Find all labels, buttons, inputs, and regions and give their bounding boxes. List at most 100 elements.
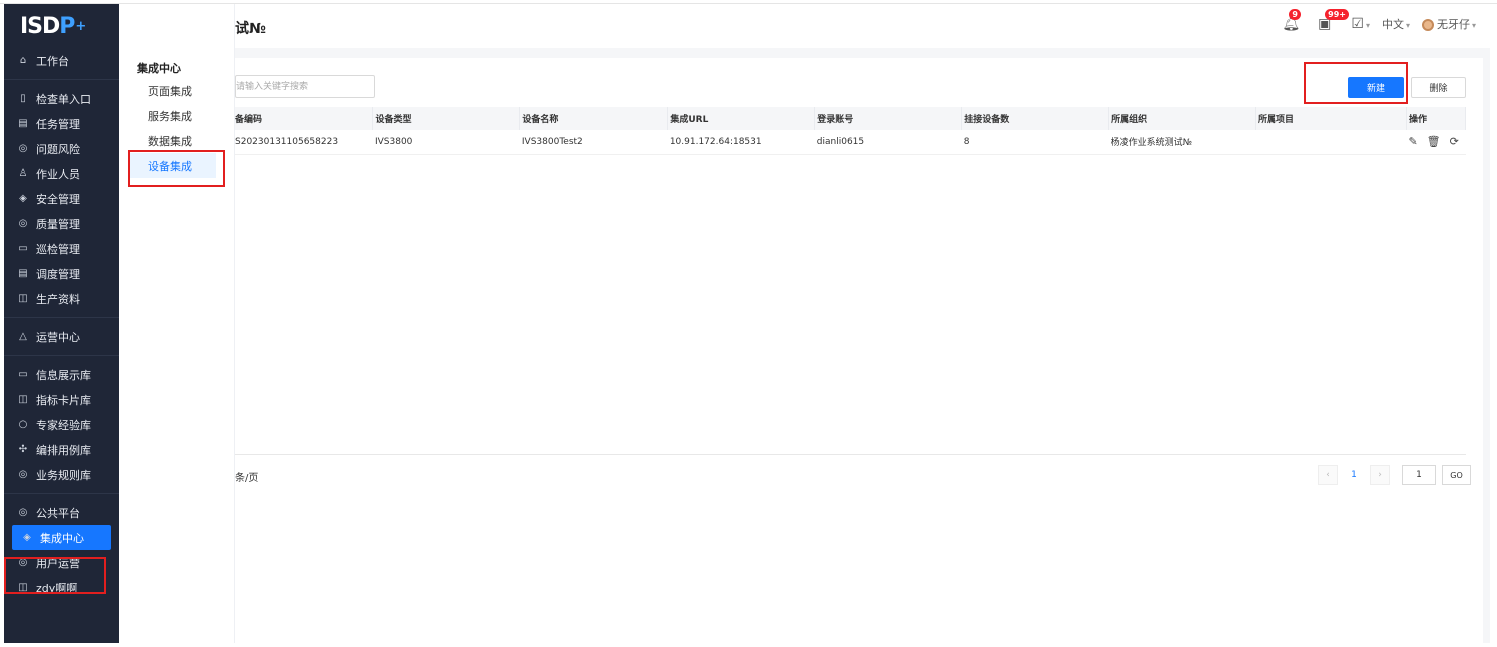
info-icon: ▭ xyxy=(18,369,28,380)
risk-icon: ◎ xyxy=(18,143,28,154)
sidebar-item[interactable]: ▯ 检查单入口 xyxy=(4,86,119,111)
submenu-title: 集成中心 xyxy=(137,62,181,75)
sidebar-item-label: 检查单入口 xyxy=(36,92,91,106)
sidebar-item-label: 问题风险 xyxy=(36,142,80,156)
sidebar-item[interactable]: ○ 专家经验库 xyxy=(4,412,119,437)
sidebar-item[interactable]: ▭ 巡检管理 xyxy=(4,236,119,261)
highlight-integration-center xyxy=(4,557,106,594)
page-size-select[interactable]: 条/页 xyxy=(235,469,258,484)
submenu-item[interactable]: 页面集成 xyxy=(119,78,234,103)
edit-icon[interactable]: ✎ xyxy=(1408,135,1417,148)
table-cell: IVS3800Test2 xyxy=(519,130,668,155)
message-icon[interactable]: ▣ 99+ xyxy=(1318,9,1349,32)
logo-text-p: P xyxy=(59,13,75,39)
chevron-down-icon: ▾ xyxy=(1471,21,1476,30)
refresh-icon[interactable]: ⟳ xyxy=(1450,135,1459,148)
bell-icon[interactable]: 🔔︎ 9 xyxy=(1282,9,1301,32)
sidebar-item[interactable]: ▭ 信息展示库 xyxy=(4,362,119,387)
column-header: 集成URL xyxy=(667,107,816,130)
table-cell: S20230131105658223 xyxy=(235,130,373,155)
table-cell: dianli0615 xyxy=(814,130,962,155)
shield-icon: ◈ xyxy=(19,193,27,204)
column-header: 登录账号 xyxy=(814,107,963,130)
sidebar-item-label: 任务管理 xyxy=(36,117,80,131)
sidebar-item[interactable]: ◈ 集成中心 xyxy=(12,525,111,550)
sidebar-item-label: 公共平台 xyxy=(36,506,80,520)
todo-icon[interactable]: ☑ ▾ xyxy=(1351,16,1370,32)
column-header: 设备名称 xyxy=(519,107,669,130)
sidebar-item-label: 生产资料 xyxy=(36,292,80,306)
prev-page-button[interactable]: ‹ xyxy=(1318,465,1338,485)
jump-page-input[interactable]: 1 xyxy=(1402,465,1436,485)
next-page-button[interactable]: › xyxy=(1370,465,1390,485)
sidebar-item[interactable]: ◈ 安全管理 xyxy=(4,186,119,211)
sidebar-item[interactable]: ✣ 编排用例库 xyxy=(4,437,119,462)
inspect-icon: ▭ xyxy=(18,243,28,254)
search-input[interactable] xyxy=(236,76,374,97)
language-label: 中文 xyxy=(1381,18,1404,31)
task-icon: ▤ xyxy=(18,118,28,129)
card-icon: ◫ xyxy=(18,394,28,405)
sidebar-item[interactable]: ◫ 指标卡片库 xyxy=(4,387,119,412)
submenu-panel: 集成中心 页面集成 服务集成 数据集成 设备集成 xyxy=(119,4,235,643)
sidebar-item[interactable]: ◎ 业务规则库 xyxy=(4,462,119,487)
sidebar-item[interactable]: ▤ 调度管理 xyxy=(4,261,119,286)
search-box[interactable] xyxy=(235,75,375,98)
chevron-down-icon: ▾ xyxy=(1365,21,1370,30)
page-number[interactable]: 1 xyxy=(1344,465,1364,485)
column-header: 备编码 xyxy=(235,107,374,130)
delete-icon[interactable]: 🗑︎ xyxy=(1427,135,1441,148)
integration-icon: ◈ xyxy=(23,532,31,543)
new-button[interactable]: 新建 xyxy=(1348,77,1404,98)
sidebar-separator xyxy=(4,493,119,494)
sidebar-item-label: 编排用例库 xyxy=(36,443,91,457)
notify-badge: 9 xyxy=(1289,9,1301,20)
sidebar-item-label: 质量管理 xyxy=(36,217,80,231)
sidebar-item[interactable]: ◎ 公共平台 xyxy=(4,500,119,525)
sidebar-item[interactable]: ♙ 作业人员 xyxy=(4,161,119,186)
page-title: 试№ xyxy=(235,21,266,37)
people-icon: ♙ xyxy=(18,168,28,179)
logo[interactable]: ISD P + xyxy=(4,4,119,48)
logo-text: ISD xyxy=(20,13,60,39)
sidebar: ISD P + ⌂ 工作台 ▯ 检查单入口 ▤ 任务管理 ◎ 问题风险 ♙ 作业人员 ◈ 安全管理 ◎ 质量管… xyxy=(4,4,119,643)
delete-button[interactable]: 删除 xyxy=(1411,77,1466,98)
row-actions: ✎ 🗑︎ ⟳ xyxy=(1406,130,1466,155)
sidebar-item-label: 信息展示库 xyxy=(36,368,91,382)
sidebar-item[interactable]: △ 运营中心 xyxy=(4,324,119,349)
case-icon: ✣ xyxy=(18,444,28,455)
sidebar-item-label: 业务规则库 xyxy=(36,468,91,482)
sidebar-separator xyxy=(4,79,119,80)
user-menu[interactable]: 无牙仔 ▾ xyxy=(1421,16,1476,32)
top-header: 试№ 🔔︎ 9 ▣ 99+ ☑ ▾ 中文 ▾ 无牙仔 ▾ xyxy=(235,4,1490,48)
sidebar-separator xyxy=(4,317,119,318)
table-cell xyxy=(1255,130,1407,155)
sidebar-item[interactable]: ◫ 生产资料 xyxy=(4,286,119,311)
sidebar-item-label: 工作台 xyxy=(36,54,69,68)
user-name: 无牙仔 xyxy=(1436,18,1470,31)
table-body: S20230131105658223 IVS3800 IVS3800Test2 10.… xyxy=(235,130,1466,155)
sidebar-item[interactable]: ◎ 质量管理 xyxy=(4,211,119,236)
sidebar-item-label: 运营中心 xyxy=(36,330,80,344)
highlight-device-integration xyxy=(128,150,225,187)
sidebar-separator xyxy=(4,355,119,356)
message-badge: 99+ xyxy=(1325,9,1349,20)
sidebar-item[interactable]: ◎ 问题风险 xyxy=(4,136,119,161)
sidebar-item-label: 巡检管理 xyxy=(36,242,80,256)
column-header: 所属项目 xyxy=(1255,107,1407,130)
pagination: ‹ 1 › 1 GO xyxy=(1318,465,1471,485)
sidebar-item[interactable]: ⌂ 工作台 xyxy=(4,48,119,73)
sidebar-item-label: 指标卡片库 xyxy=(36,393,91,407)
sidebar-item-label: 专家经验库 xyxy=(36,418,91,432)
submenu-item[interactable]: 服务集成 xyxy=(119,103,234,128)
platform-icon: ◎ xyxy=(18,507,28,518)
rule-icon: ◎ xyxy=(18,469,28,480)
avatar xyxy=(1421,19,1434,31)
main-card: 新建 删除 备编码设备类型设备名称集成URL登录账号挂接设备数所属组织所属项目操… xyxy=(235,58,1483,643)
go-button[interactable]: GO xyxy=(1442,465,1471,485)
column-header: 操作 xyxy=(1406,107,1467,130)
language-select[interactable]: 中文 ▾ xyxy=(1382,16,1410,32)
sidebar-item-label: 集成中心 xyxy=(40,531,84,545)
mounted-device-count-link[interactable]: 8 xyxy=(961,130,1109,155)
sidebar-item[interactable]: ▤ 任务管理 xyxy=(4,111,119,136)
